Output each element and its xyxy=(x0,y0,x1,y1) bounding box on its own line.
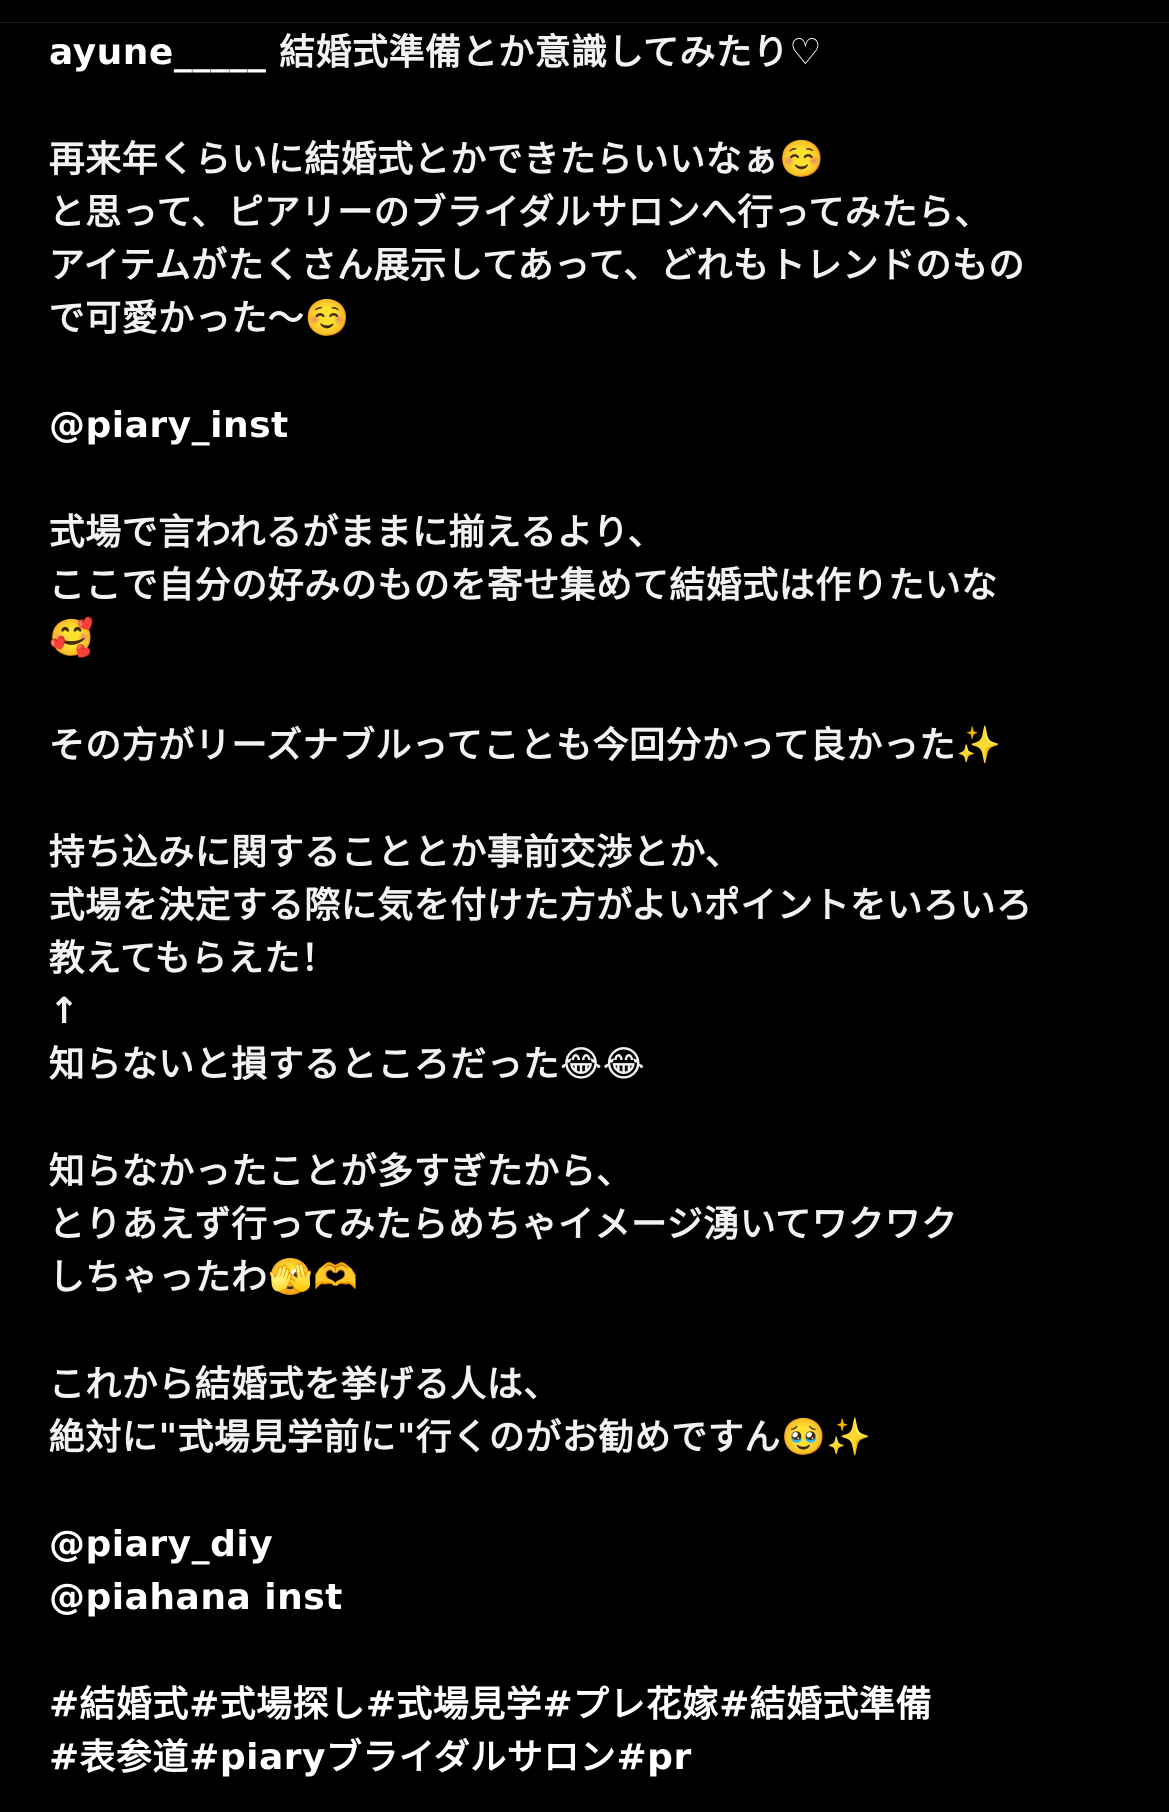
caption-line: ここで自分の好みのものを寄せ集めて結婚式は作りたいな xyxy=(49,565,999,606)
mention-link-piary-diy[interactable]: @piary_diy xyxy=(49,1518,1129,1571)
caption-line: これから結婚式を挙げる人は、 xyxy=(49,1364,561,1405)
username-link[interactable]: ayune_____ xyxy=(49,32,266,73)
caption-line: ↑ xyxy=(49,991,80,1032)
caption-line: で可愛かった〜☺️ xyxy=(49,298,350,339)
caption-title-text: 結婚式準備とか意識してみたり♡ xyxy=(266,32,823,73)
caption-line: 式場を決定する際に気を付けた方がよいポイントをいろいろ xyxy=(49,885,1033,926)
caption-line: とりあえず行ってみたらめちゃイメージ湧いてワクワク xyxy=(49,1204,958,1245)
caption-line: と思って、ピアリーのブライダルサロンへ行ってみたら、 xyxy=(49,192,992,233)
caption-line: 再来年くらいに結婚式とかできたらいいなぁ☺️ xyxy=(49,139,825,180)
caption-line: 式場で言われるがままに揃えるより、 xyxy=(49,512,665,553)
caption-line: 持ち込みに関することとか事前交渉とか、 xyxy=(49,832,742,873)
caption-line: 絶対に"式場見学前に"行くのがお勧めですん🥹✨ xyxy=(49,1417,872,1458)
caption-line: 🥰 xyxy=(49,618,95,659)
caption-line: 知らなかったことが多すぎたから、 xyxy=(49,1151,634,1192)
hashtag-line[interactable]: #結婚式#式場探し#式場見学#プレ花嫁#結婚式準備 xyxy=(49,1678,1129,1731)
caption-first-line: ayune_____ 結婚式準備とか意識してみたり♡ xyxy=(49,26,1129,79)
post-caption: ayune_____ 結婚式準備とか意識してみたり♡ 再来年くらいに結婚式とかで… xyxy=(49,26,1129,1784)
top-divider xyxy=(0,22,1169,23)
mention-link-piary-inst[interactable]: @piary_inst xyxy=(49,399,1129,452)
caption-line: しちゃったわ🫣🫶 xyxy=(49,1257,359,1298)
hashtag-line[interactable]: #表参道#piaryブライダルサロン#pr xyxy=(49,1731,1129,1784)
mention-link-piahana-inst[interactable]: @piahana inst xyxy=(49,1571,1129,1624)
caption-line: その方がリーズナブルってことも今回分かって良かった✨ xyxy=(49,725,1002,766)
caption-line: 教えてもらえた！ xyxy=(49,938,338,979)
caption-line: アイテムがたくさん展示してあって、どれもトレンドのもの xyxy=(49,245,1026,286)
caption-line: 知らないと損するところだった😂😂 xyxy=(49,1044,646,1085)
